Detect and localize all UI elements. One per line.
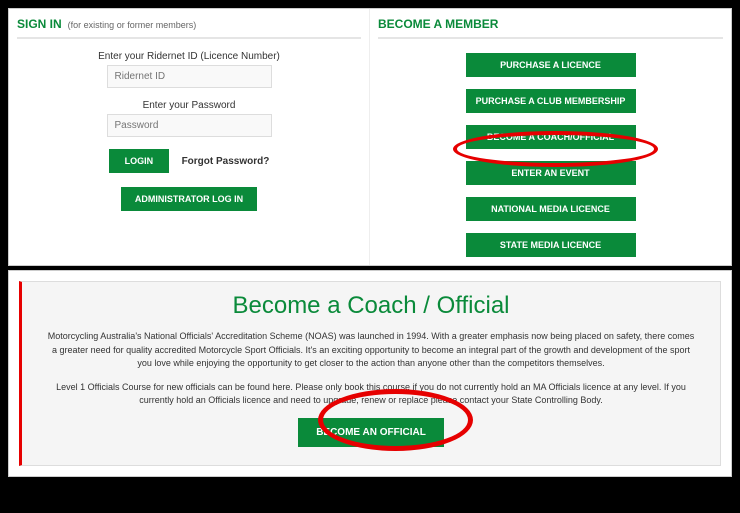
coach-section: Become a Coach / Official Motorcycling A…	[8, 270, 732, 477]
enter-event-button[interactable]: ENTER AN EVENT	[466, 161, 636, 185]
coach-para1: Motorcycling Australia's National Offici…	[40, 330, 702, 371]
signin-title: SIGN IN	[17, 17, 62, 31]
forgot-password-link[interactable]: Forgot Password?	[182, 156, 270, 167]
signin-panel: SIGN IN (for existing or former members)…	[9, 9, 370, 265]
purchase-club-button[interactable]: PURCHASE A CLUB MEMBERSHIP	[466, 89, 636, 113]
national-media-button[interactable]: NATIONAL MEDIA LICENCE	[466, 197, 636, 221]
password-label: Enter your Password	[17, 100, 361, 111]
admin-login-button[interactable]: ADMINISTRATOR LOG IN	[121, 187, 257, 211]
become-coach-button[interactable]: BECOME A COACH/OFFICIAL	[466, 125, 636, 149]
signin-subtitle: (for existing or former members)	[68, 20, 197, 30]
ridernet-label: Enter your Ridernet ID (Licence Number)	[17, 51, 361, 62]
login-button[interactable]: LOGIN	[109, 149, 170, 173]
ridernet-input[interactable]	[107, 65, 272, 88]
become-official-button[interactable]: BECOME AN OFFICIAL	[298, 418, 444, 447]
member-panel: BECOME A MEMBER PURCHASE A LICENCE PURCH…	[370, 9, 731, 265]
signin-header: SIGN IN (for existing or former members)	[17, 17, 361, 39]
state-media-button[interactable]: STATE MEDIA LICENCE	[466, 233, 636, 257]
password-input[interactable]	[107, 114, 272, 137]
coach-para2: Level 1 Officials Course for new officia…	[40, 381, 702, 408]
purchase-licence-button[interactable]: PURCHASE A LICENCE	[466, 53, 636, 77]
member-title: BECOME A MEMBER	[378, 17, 723, 39]
coach-title: Become a Coach / Official	[40, 292, 702, 320]
